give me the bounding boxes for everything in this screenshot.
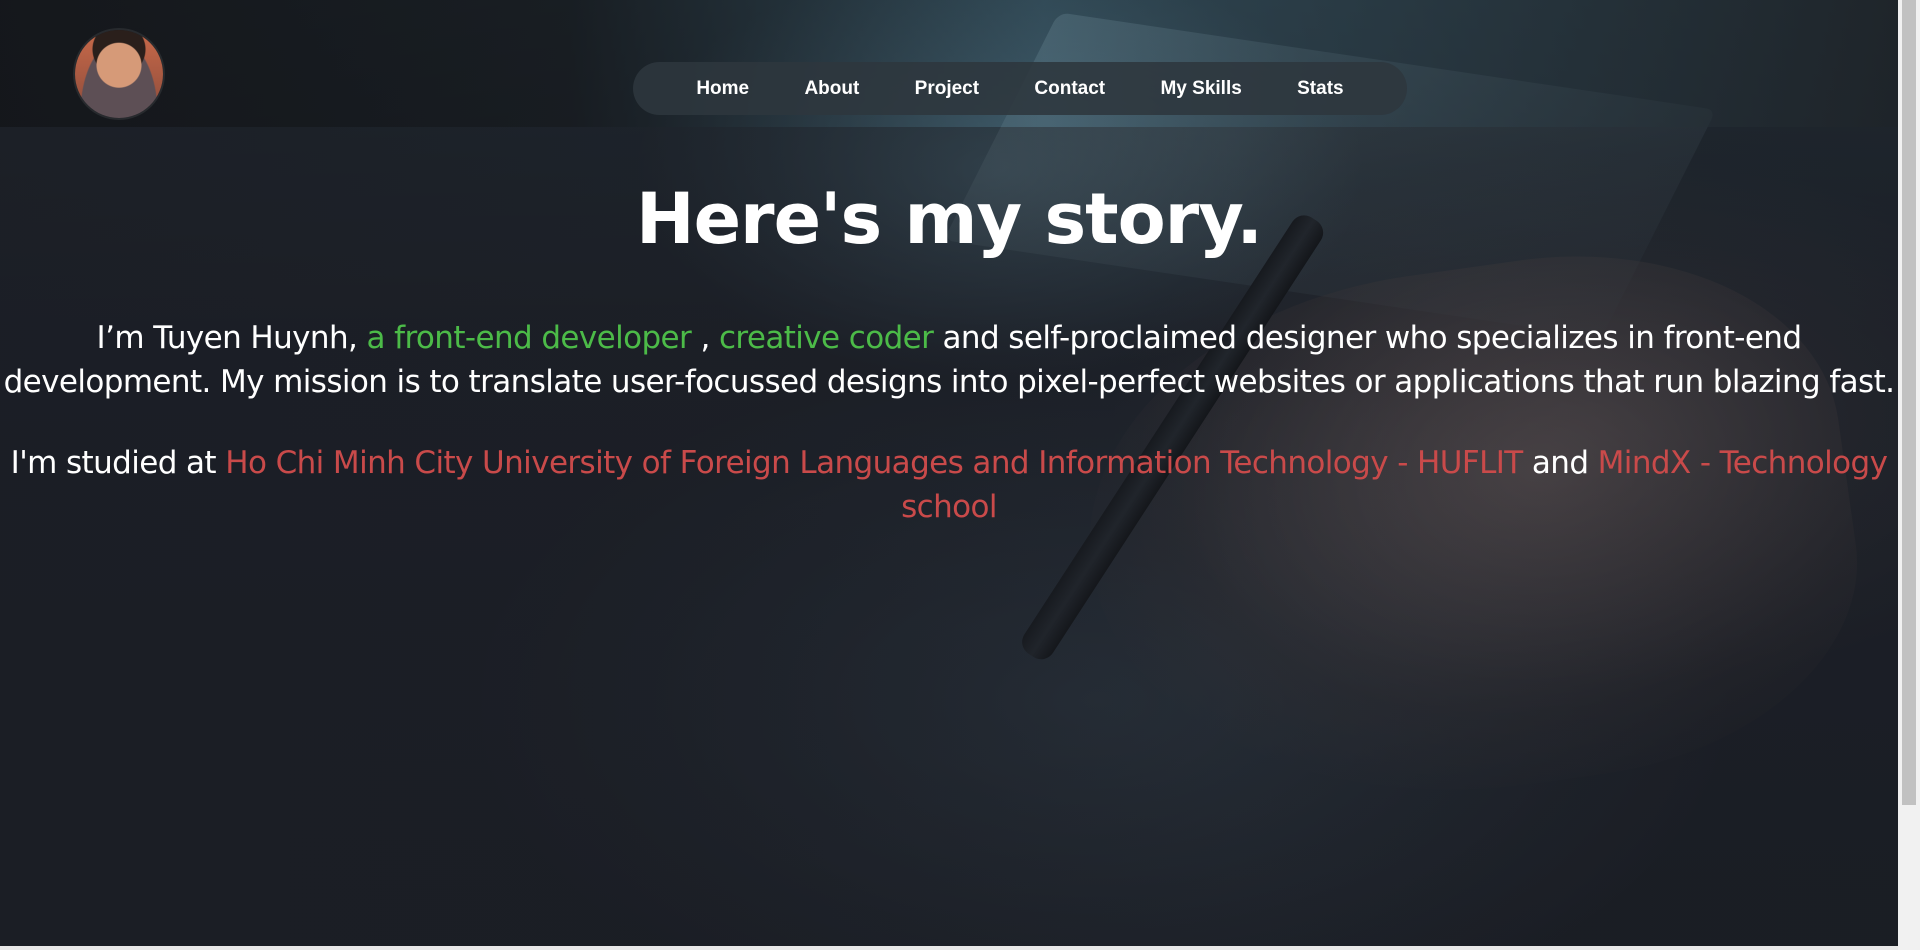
nav-project-link[interactable]: Project xyxy=(915,78,979,100)
intro-separator: , xyxy=(700,320,719,356)
main-nav: Home About Project Contact My Skills Sta… xyxy=(633,62,1407,115)
education-paragraph: I'm studied at Ho Chi Minh City Universi… xyxy=(0,441,1898,529)
intro-paragraph: I’m Tuyen Huynh, a front-end developer ,… xyxy=(0,316,1898,404)
page-title: Here's my story. xyxy=(636,178,1263,260)
intro-lead: I’m Tuyen Huynh, xyxy=(96,320,367,356)
education-lead: I'm studied at xyxy=(10,445,226,481)
scrollbar-thumb[interactable] xyxy=(1902,0,1916,805)
horizontal-scrollbar[interactable] xyxy=(0,946,1898,950)
nav-stats-link[interactable]: Stats xyxy=(1297,78,1343,100)
nav-home-link[interactable]: Home xyxy=(696,78,749,100)
education-and: and xyxy=(1522,445,1598,481)
role-creative-coder: creative coder xyxy=(718,320,934,356)
role-front-end-developer: a front-end developer xyxy=(366,320,701,356)
school-huflit: Ho Chi Minh City University of Foreign L… xyxy=(225,445,1523,481)
nav-about-link[interactable]: About xyxy=(804,78,859,100)
portfolio-page: Home About Project Contact My Skills Sta… xyxy=(0,0,1920,950)
nav-my-skills-link[interactable]: My Skills xyxy=(1160,78,1241,100)
nav-contact-link[interactable]: Contact xyxy=(1034,78,1105,100)
avatar[interactable] xyxy=(75,30,163,118)
